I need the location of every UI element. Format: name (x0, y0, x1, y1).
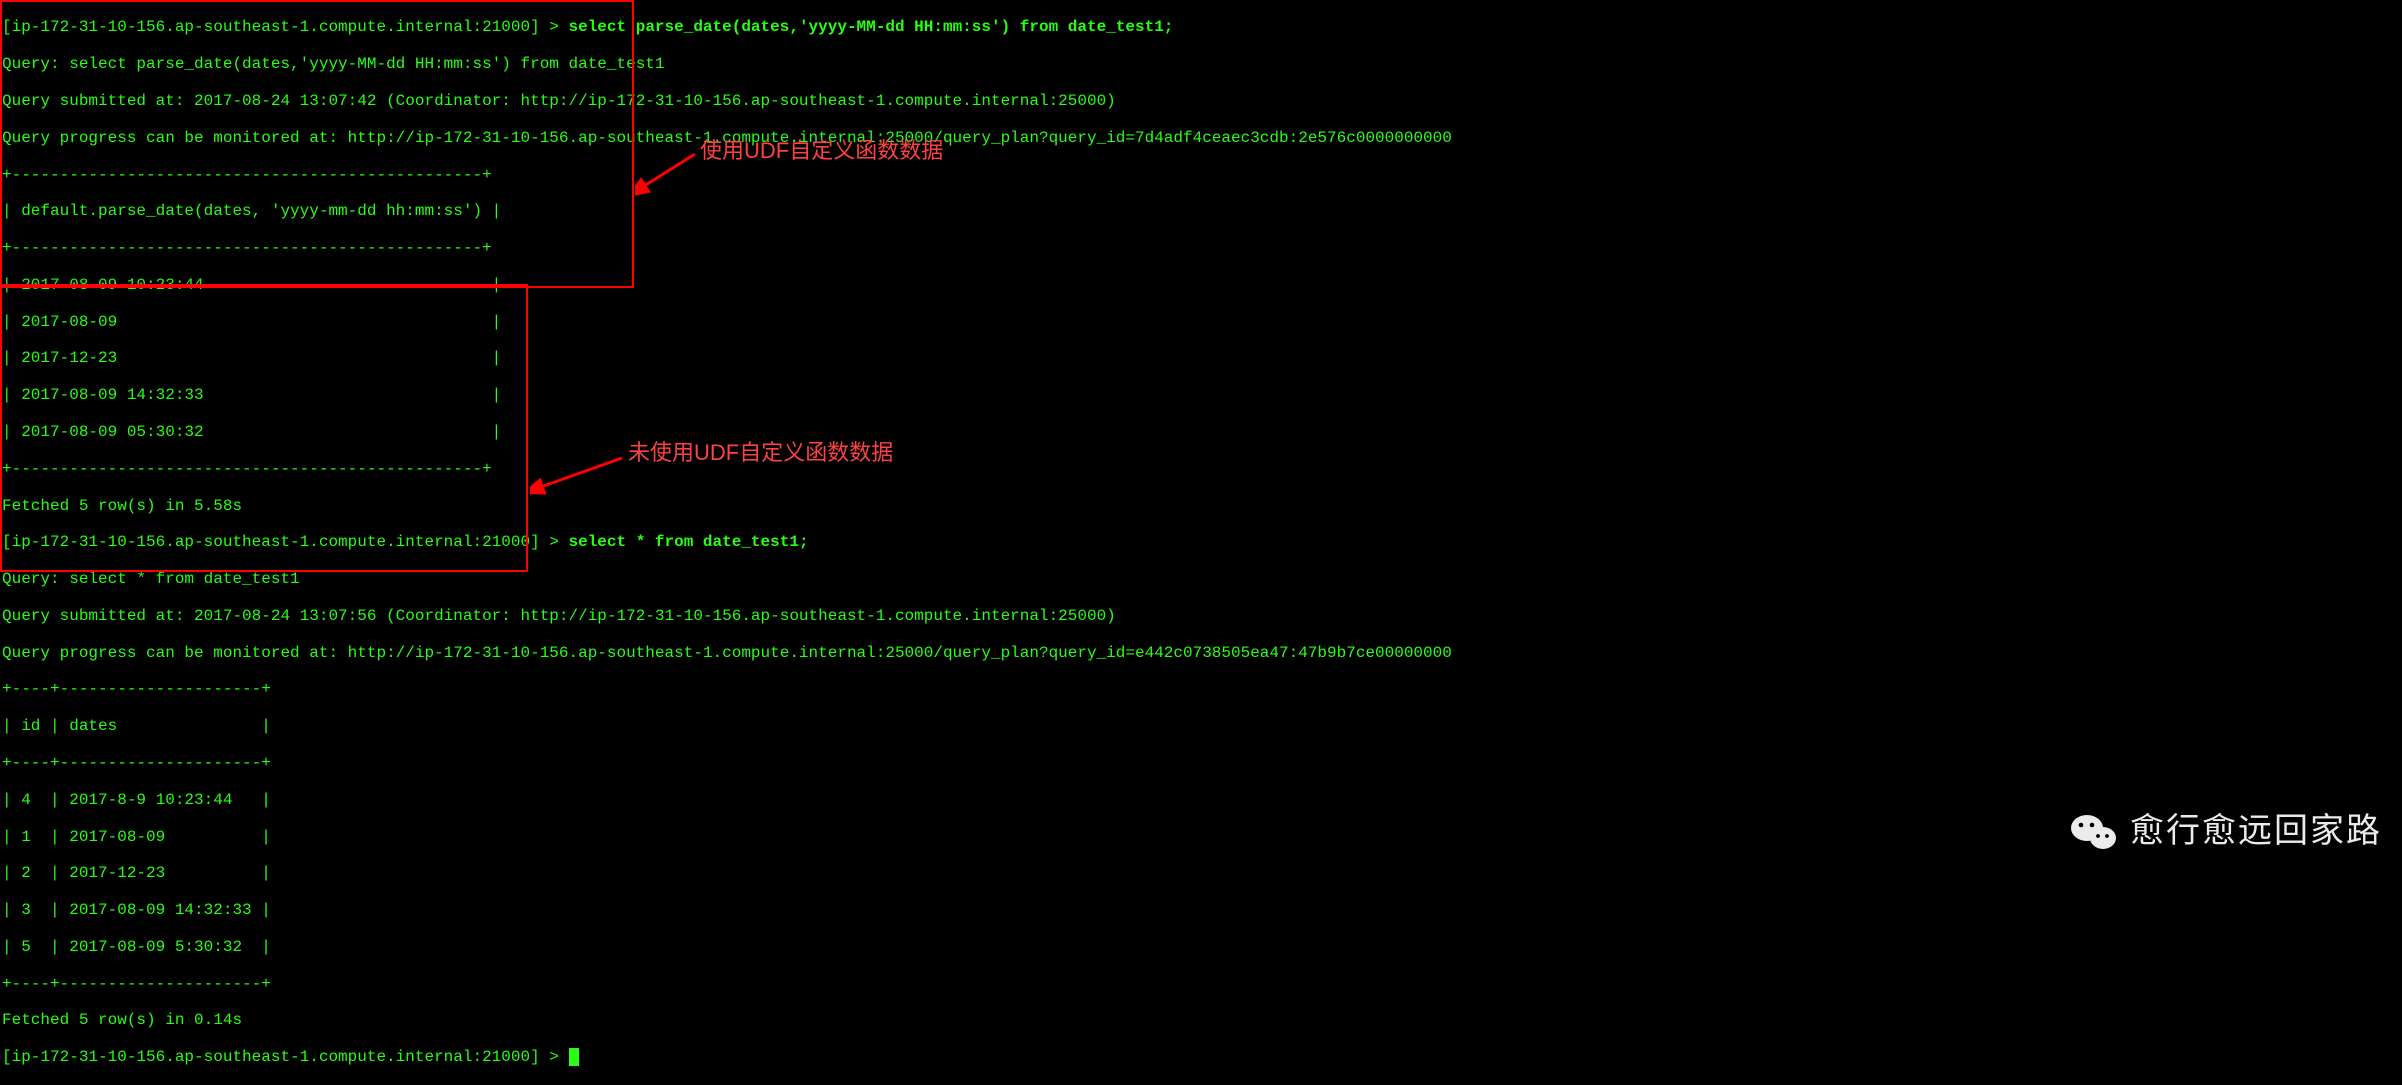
q2-row: | 4 | 2017-8-9 10:23:44 | (2, 791, 2402, 809)
q1-header: | default.parse_date(dates, 'yyyy-mm-dd … (2, 202, 2402, 220)
q2-command: select * from date_test1; (569, 533, 809, 551)
annotation-arrow-1 (635, 148, 705, 208)
watermark: 愈行愈远回家路 (2070, 812, 2382, 852)
q1-echo: Query: select parse_date(dates,'yyyy-MM-… (2, 55, 2402, 73)
q2-row: | 3 | 2017-08-09 14:32:33 | (2, 901, 2402, 919)
q1-row: | 2017-12-23 | (2, 349, 2402, 367)
watermark-text: 愈行愈远回家路 (2130, 812, 2382, 851)
q2-row: | 1 | 2017-08-09 | (2, 828, 2402, 846)
q2-echo: Query: select * from date_test1 (2, 570, 2402, 588)
annotation-label-1: 使用UDF自定义函数数据 (700, 138, 943, 163)
final-prompt-line[interactable]: [ip-172-31-10-156.ap-southeast-1.compute… (2, 1048, 2402, 1066)
q2-prompt-line: [ip-172-31-10-156.ap-southeast-1.compute… (2, 533, 2402, 551)
cursor (569, 1048, 579, 1066)
q2-border-bot: +----+---------------------+ (2, 975, 2402, 993)
q2-border-top: +----+---------------------+ (2, 680, 2402, 698)
q2-prompt: [ip-172-31-10-156.ap-southeast-1.compute… (2, 533, 569, 551)
q1-row: | 2017-08-09 14:32:33 | (2, 386, 2402, 404)
q2-border-mid: +----+---------------------+ (2, 754, 2402, 772)
q1-command: select parse_date(dates,'yyyy-MM-dd HH:m… (569, 18, 1174, 36)
q1-progress: Query progress can be monitored at: http… (2, 129, 2402, 147)
annotation-label-2: 未使用UDF自定义函数数据 (628, 440, 893, 465)
q2-header: | id | dates | (2, 717, 2402, 735)
q1-border-top: +---------------------------------------… (2, 166, 2402, 184)
q1-row: | 2017-08-09 10:23:44 | (2, 276, 2402, 294)
q2-row: | 5 | 2017-08-09 5:30:32 | (2, 938, 2402, 956)
final-prompt: [ip-172-31-10-156.ap-southeast-1.compute… (2, 1048, 569, 1066)
q1-prompt-line: [ip-172-31-10-156.ap-southeast-1.compute… (2, 18, 2402, 36)
q1-border-mid: +---------------------------------------… (2, 239, 2402, 257)
q2-row: | 2 | 2017-12-23 | (2, 864, 2402, 882)
q1-border-bot: +---------------------------------------… (2, 460, 2402, 478)
q1-prompt: [ip-172-31-10-156.ap-southeast-1.compute… (2, 18, 569, 36)
terminal-output: [ip-172-31-10-156.ap-southeast-1.compute… (0, 0, 2402, 1085)
q1-submitted: Query submitted at: 2017-08-24 13:07:42 … (2, 92, 2402, 110)
q1-row: | 2017-08-09 05:30:32 | (2, 423, 2402, 441)
q1-row: | 2017-08-09 | (2, 313, 2402, 331)
annotation-arrow-2 (530, 440, 630, 500)
q2-progress: Query progress can be monitored at: http… (2, 644, 2402, 662)
wechat-icon (2070, 812, 2118, 852)
q2-submitted: Query submitted at: 2017-08-24 13:07:56 … (2, 607, 2402, 625)
q1-fetched: Fetched 5 row(s) in 5.58s (2, 497, 2402, 515)
q2-fetched: Fetched 5 row(s) in 0.14s (2, 1011, 2402, 1029)
